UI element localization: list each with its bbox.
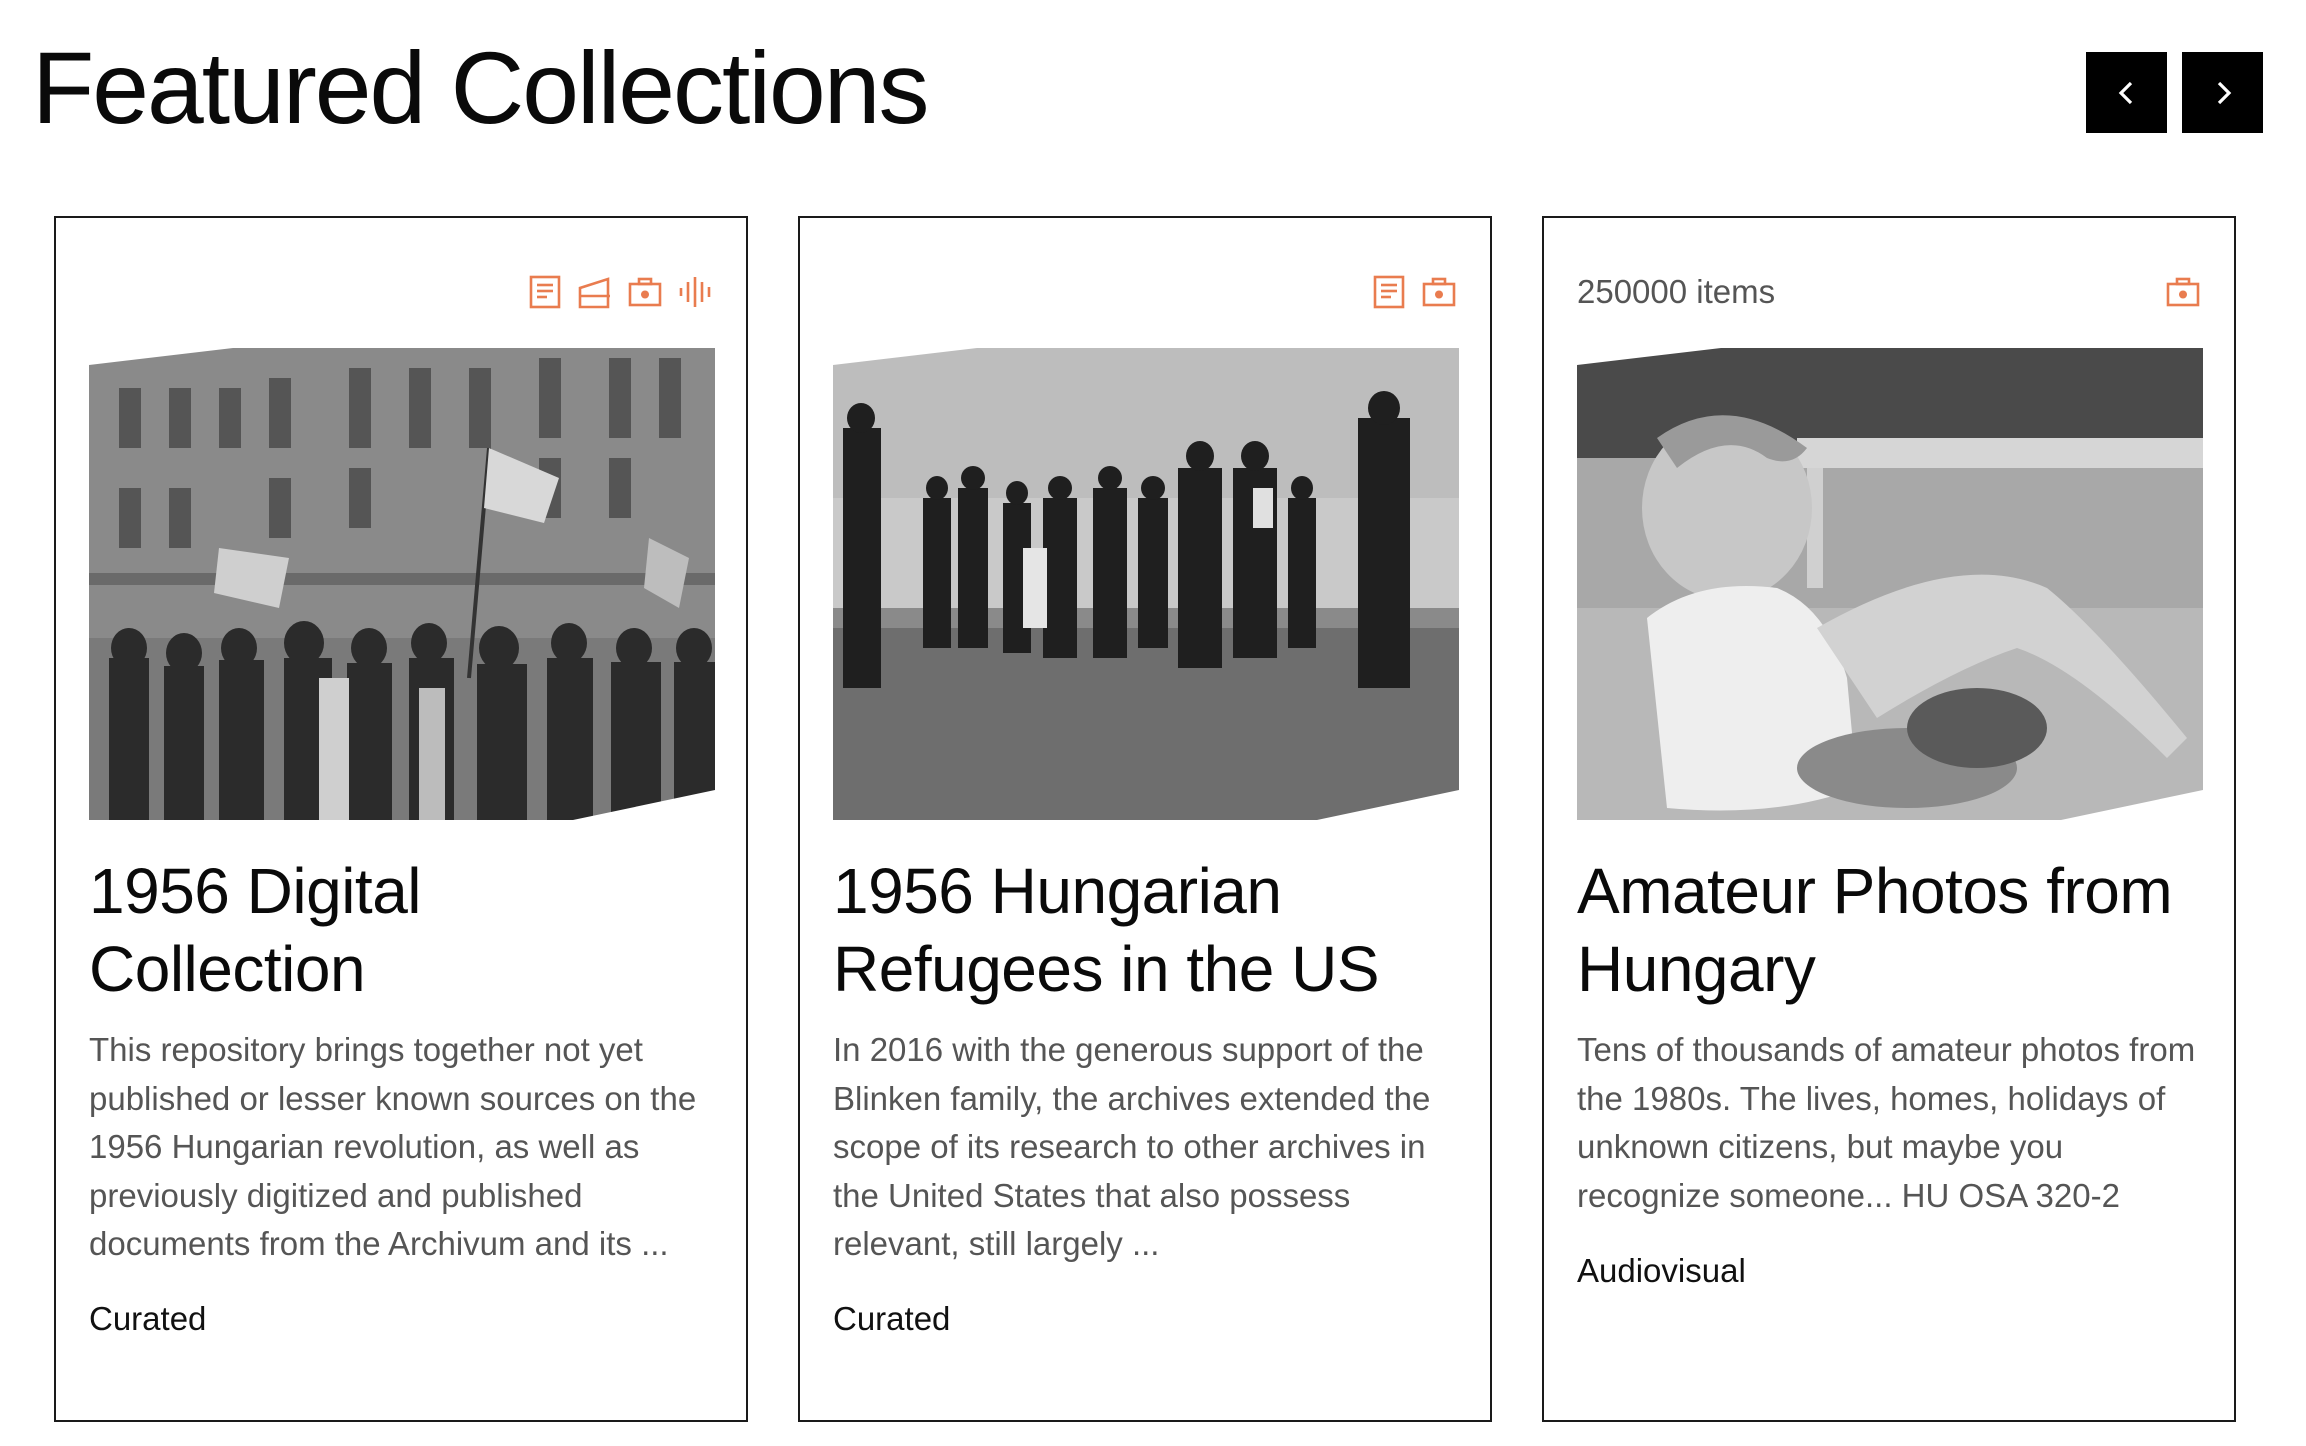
chevron-left-icon: [2118, 81, 2132, 104]
collection-thumbnail[interactable]: [833, 348, 1459, 820]
refugees-walking-photo: [833, 348, 1459, 820]
card-title[interactable]: Amateur Photos from Hungary: [1577, 852, 2201, 1008]
chevron-right-icon: [2217, 81, 2231, 104]
collection-type-label: Audiovisual: [1577, 1252, 1746, 1289]
camera-icon: [628, 277, 662, 307]
boy-sitting-photo: [1577, 348, 2203, 820]
media-type-icons: [1371, 274, 1457, 310]
card-description: In 2016 with the generous support of the…: [833, 1031, 1431, 1262]
collection-type-label: Curated: [89, 1300, 207, 1337]
collection-thumbnail[interactable]: [89, 348, 715, 820]
card-title[interactable]: 1956 Digital Collection: [89, 852, 713, 1008]
page-title: Featured Collections: [32, 31, 929, 145]
card-description: This repository brings together not yet …: [89, 1031, 697, 1262]
camera-icon: [1422, 277, 1456, 307]
folder-icon: [578, 277, 610, 309]
media-type-icons: [527, 274, 713, 310]
camera-icon: [2166, 277, 2200, 307]
collection-card[interactable]: 1956 Hungarian Refugees in the US In 201…: [798, 216, 1492, 1422]
crowd-with-flags-photo: [89, 348, 715, 820]
card-description: Tens of thousands of amateur photos from…: [1577, 1031, 2196, 1214]
document-icon: [529, 275, 561, 309]
audio-icon: [679, 277, 711, 307]
collection-type-label: Curated: [833, 1300, 951, 1337]
collection-card[interactable]: 250000 items Amateur Photos from Hungary…: [1542, 216, 2236, 1422]
document-icon: [1373, 275, 1405, 309]
collection-thumbnail[interactable]: [1577, 348, 2203, 820]
collection-card[interactable]: 1956 Digital Collection This repository …: [54, 216, 748, 1422]
carousel-prev-button[interactable]: [2086, 52, 2167, 133]
media-type-icons: [2165, 274, 2201, 310]
carousel-next-button[interactable]: [2182, 52, 2263, 133]
item-count: 250000 items: [1577, 273, 1776, 310]
card-title[interactable]: 1956 Hungarian Refugees in the US: [833, 852, 1457, 1008]
